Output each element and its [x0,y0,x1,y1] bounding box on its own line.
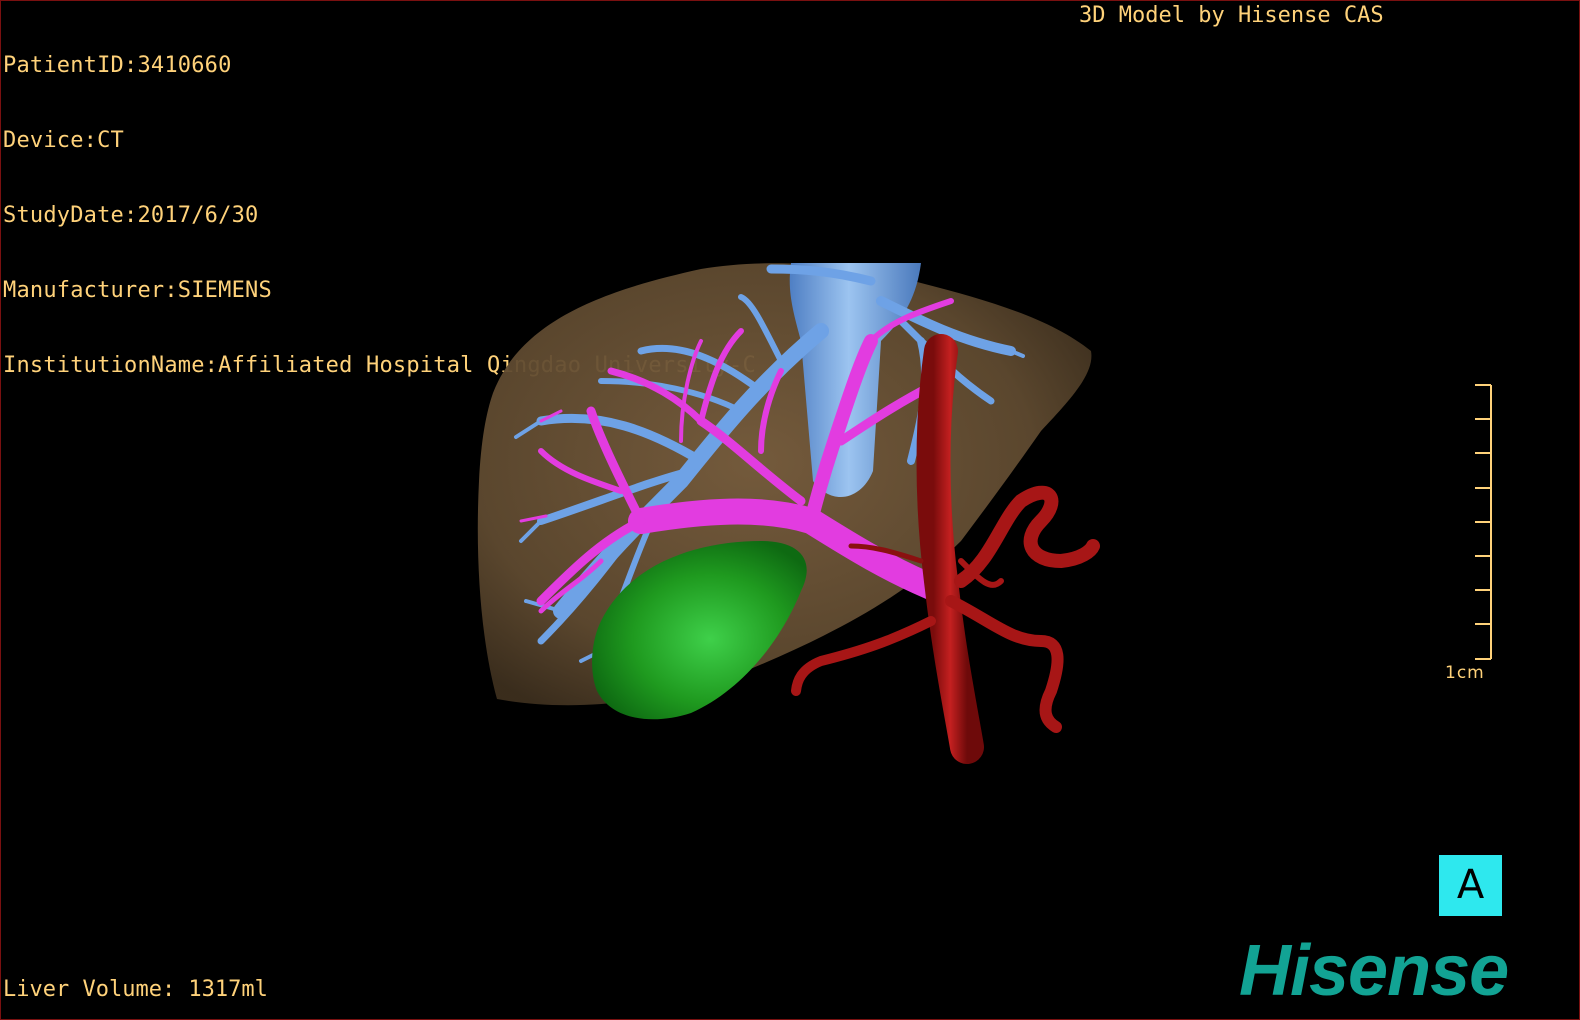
scale-bar-label: 1cm [1445,663,1485,683]
3d-viewport[interactable]: PatientID:3410660 Device:CT StudyDate:20… [0,0,1580,1020]
hisense-logo: Hisense [1239,931,1509,1011]
scale-bar [1475,384,1492,660]
liver-3d-model[interactable] [1,1,1579,1019]
liver-volume-text: Liver Volume: 1317ml [3,977,268,1002]
orientation-marker-button[interactable]: A [1439,855,1502,916]
